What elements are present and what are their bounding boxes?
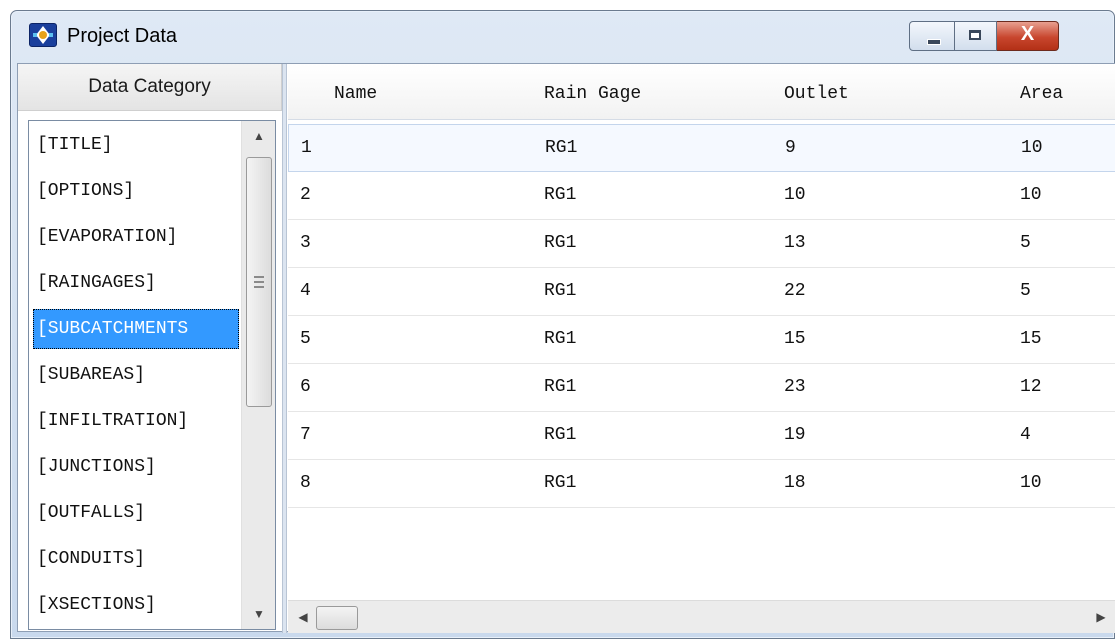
panel-splitter[interactable] (282, 64, 287, 633)
table-cell[interactable]: RG1 (545, 138, 577, 158)
table-row[interactable]: 4 RG1 22 5 (288, 268, 1115, 316)
table-cell[interactable]: 10 (1020, 185, 1042, 205)
scroll-grip-icon (254, 276, 264, 288)
app-logo-icon (29, 23, 57, 47)
table-cell[interactable]: 4 (300, 281, 311, 301)
column-header-area[interactable]: Area (1020, 84, 1063, 104)
table-cell[interactable]: RG1 (544, 281, 576, 301)
column-header-name[interactable]: Name (334, 84, 377, 104)
table-cell[interactable]: 5 (300, 329, 311, 349)
table-row[interactable]: 7 RG1 19 4 (288, 412, 1115, 460)
category-item[interactable]: [SUBAREAS] (33, 355, 239, 395)
table-cell[interactable]: 3 (300, 233, 311, 253)
table-cell[interactable]: 8 (300, 473, 311, 493)
grid-horizontal-scrollbar[interactable]: ◀ ▶ (288, 600, 1115, 633)
table-cell[interactable]: 5 (1020, 233, 1031, 253)
table-cell[interactable]: 19 (784, 425, 806, 445)
table-cell[interactable]: RG1 (544, 233, 576, 253)
category-item[interactable]: [XSECTIONS] (33, 585, 239, 625)
table-cell[interactable]: 23 (784, 377, 806, 397)
project-data-window: Project Data X Data Category [TITLE] [OPT… (10, 10, 1115, 639)
category-item[interactable]: [CONDUITS] (33, 539, 239, 579)
column-header-outlet[interactable]: Outlet (784, 84, 849, 104)
window-title: Project Data (67, 25, 178, 47)
table-cell[interactable]: 18 (784, 473, 806, 493)
close-icon: X (1020, 23, 1035, 45)
category-item[interactable]: [OUTFALLS] (33, 493, 239, 533)
table-cell[interactable]: RG1 (544, 377, 576, 397)
category-item[interactable]: [JUNCTIONS] (33, 447, 239, 487)
table-cell[interactable]: 7 (300, 425, 311, 445)
table-row[interactable]: 5 RG1 15 15 (288, 316, 1115, 364)
data-category-header: Data Category (18, 64, 282, 111)
table-cell[interactable]: 4 (1020, 425, 1031, 445)
category-item[interactable]: [EVAPORATION] (33, 217, 239, 257)
table-row[interactable]: 3 RG1 13 5 (288, 220, 1115, 268)
client-area: Data Category [TITLE] [OPTIONS] [EVAPORATI… (17, 63, 1115, 633)
scroll-left-arrow-icon[interactable]: ◀ (290, 601, 316, 633)
table-cell[interactable]: 22 (784, 281, 806, 301)
table-cell[interactable]: 15 (1020, 329, 1042, 349)
table-cell[interactable]: RG1 (544, 425, 576, 445)
title-bar[interactable]: Project Data X (11, 11, 1114, 59)
table-cell[interactable]: 10 (784, 185, 806, 205)
category-item[interactable]: [RAINGAGES] (33, 263, 239, 303)
table-cell[interactable]: 9 (785, 138, 796, 158)
category-scroll-thumb[interactable] (246, 157, 272, 407)
grid-scroll-thumb[interactable] (316, 606, 358, 630)
table-row[interactable]: 6 RG1 23 12 (288, 364, 1115, 412)
data-category-list[interactable]: [TITLE] [OPTIONS] [EVAPORATION] [RAINGAGES]… (28, 120, 276, 630)
scroll-up-arrow-icon[interactable]: ▲ (242, 121, 275, 151)
table-row[interactable]: 8 RG1 18 10 (288, 460, 1115, 508)
category-vertical-scrollbar[interactable]: ▲ ▼ (241, 121, 275, 629)
grid-header: Name Rain Gage Outlet Area (288, 64, 1115, 120)
category-item[interactable]: [TITLE] (33, 125, 239, 165)
table-row[interactable]: 1 RG1 9 10 (288, 124, 1115, 172)
minimize-icon (927, 39, 941, 45)
table-cell[interactable]: 12 (1020, 377, 1042, 397)
table-cell[interactable]: 1 (301, 138, 312, 158)
data-grid[interactable]: Name Rain Gage Outlet Area 1 RG1 9 10 2 RG1 10… (288, 64, 1115, 633)
table-cell[interactable]: 5 (1020, 281, 1031, 301)
table-cell[interactable]: RG1 (544, 329, 576, 349)
close-button[interactable]: X (997, 21, 1059, 51)
table-cell[interactable]: RG1 (544, 473, 576, 493)
category-item[interactable]: [INFILTRATION] (33, 401, 239, 441)
column-header-rain-gage[interactable]: Rain Gage (544, 84, 641, 104)
table-row[interactable]: 2 RG1 10 10 (288, 172, 1115, 220)
category-item[interactable]: [SUBCATCHMENTS (33, 309, 239, 349)
maximize-icon (969, 30, 981, 40)
scroll-right-arrow-icon[interactable]: ▶ (1088, 601, 1114, 633)
table-cell[interactable]: 6 (300, 377, 311, 397)
table-cell[interactable]: RG1 (544, 185, 576, 205)
table-cell[interactable]: 13 (784, 233, 806, 253)
category-item[interactable]: [OPTIONS] (33, 171, 239, 211)
table-cell[interactable]: 10 (1020, 473, 1042, 493)
maximize-button[interactable] (955, 21, 997, 51)
table-cell[interactable]: 15 (784, 329, 806, 349)
table-cell[interactable]: 2 (300, 185, 311, 205)
minimize-button[interactable] (909, 21, 955, 51)
scroll-down-arrow-icon[interactable]: ▼ (242, 599, 275, 629)
table-cell[interactable]: 10 (1021, 138, 1043, 158)
